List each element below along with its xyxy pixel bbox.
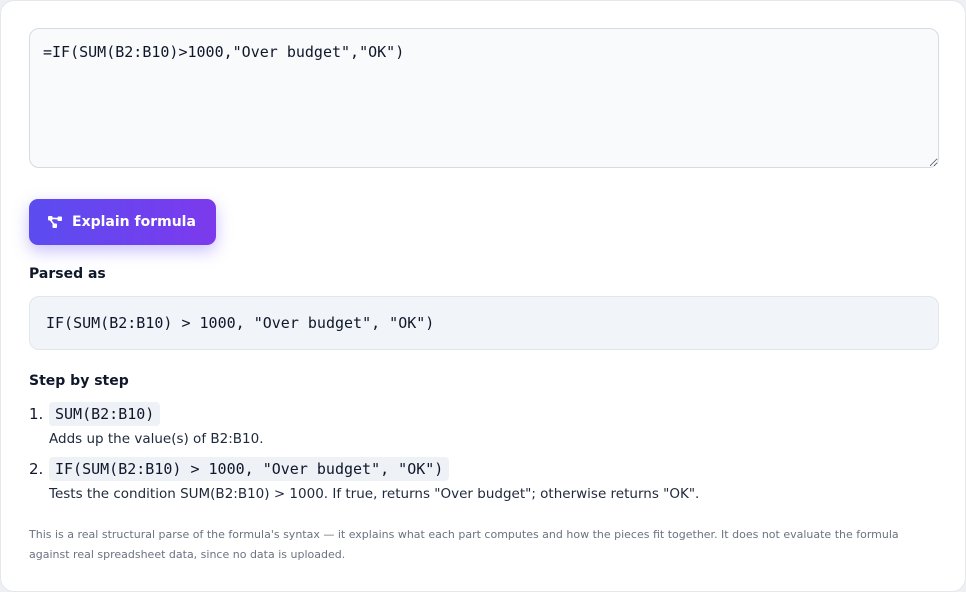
formula-input[interactable] <box>29 28 939 168</box>
step-number: 1. <box>29 405 44 423</box>
disclaimer-text: This is a real structural parse of the f… <box>29 528 899 561</box>
explain-formula-button[interactable]: Explain formula <box>29 199 216 245</box>
step-code: SUM(B2:B10) <box>49 402 161 426</box>
step-description: Tests the condition SUM(B2:B10) > 1000. … <box>49 486 700 502</box>
step-description: Adds up the value(s) of B2:B10. <box>49 431 264 447</box>
steps-list: 1. SUM(B2:B10) Adds up the value(s) of B… <box>29 402 937 504</box>
diagram-nodes-icon <box>47 215 63 229</box>
explain-formula-label: Explain formula <box>72 214 196 230</box>
parsed-expression-box: IF(SUM(B2:B10) > 1000, "Over budget", "O… <box>29 296 939 350</box>
step-item: 1. SUM(B2:B10) Adds up the value(s) of B… <box>29 402 937 449</box>
parsed-as-heading: Parsed as <box>29 266 106 282</box>
step-by-step-heading: Step by step <box>29 373 129 389</box>
step-item: 2. IF(SUM(B2:B10) > 1000, "Over budget",… <box>29 457 937 504</box>
step-number: 2. <box>29 460 44 478</box>
parsed-expression: IF(SUM(B2:B10) > 1000, "Over budget", "O… <box>46 314 435 332</box>
formula-explainer-card: Explain formula Parsed as IF(SUM(B2:B10)… <box>0 0 966 592</box>
step-code: IF(SUM(B2:B10) > 1000, "Over budget", "O… <box>49 457 450 481</box>
